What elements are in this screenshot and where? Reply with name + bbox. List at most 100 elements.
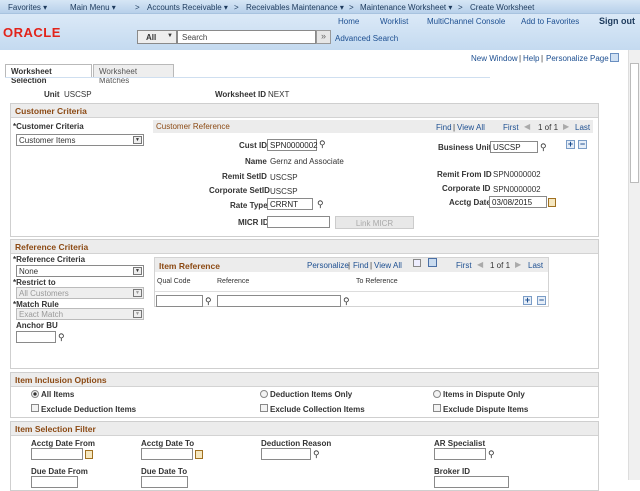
nav-main-menu[interactable]: Main Menu ▾ — [70, 3, 116, 12]
business-unit-label: Business Unit — [438, 143, 492, 152]
worksheet-id-value: NEXT — [268, 90, 290, 99]
view-all-link[interactable]: View All — [374, 261, 402, 270]
home-link[interactable]: Home — [338, 17, 359, 26]
find-link[interactable]: Find — [436, 123, 452, 132]
sign-out-link[interactable]: Sign out — [599, 16, 635, 26]
new-window-link[interactable]: New Window — [471, 54, 518, 63]
corporate-id-value: SPN0000002 — [493, 185, 541, 194]
help-link[interactable]: Help — [523, 54, 539, 63]
nav-accounts-receivable[interactable]: Accounts Receivable ▾ — [147, 3, 228, 12]
due-date-to-label: Due Date To — [141, 467, 188, 476]
delete-row-icon[interactable]: − — [537, 296, 546, 305]
acctg-date-to-label: Acctg Date To — [141, 439, 195, 448]
corporate-setid-label: Corporate SetID — [209, 186, 270, 195]
nav-receivables-maintenance[interactable]: Receivables Maintenance ▾ — [246, 3, 344, 12]
prev-icon[interactable]: ◀ — [524, 122, 530, 131]
last-link[interactable]: Last — [528, 261, 543, 270]
lookup-icon[interactable]: ⚲ — [343, 297, 352, 306]
customer-criteria-select[interactable]: Customer Items ▼ — [16, 134, 144, 146]
all-items-radio[interactable] — [31, 390, 39, 398]
due-date-from-input[interactable] — [31, 476, 78, 488]
lookup-icon[interactable]: ⚲ — [540, 143, 549, 152]
search-input[interactable]: Search — [177, 30, 316, 44]
remit-from-id-value: SPN0000002 — [493, 170, 541, 179]
lookup-icon[interactable]: ⚲ — [58, 333, 67, 342]
name-value: Gernz and Associate — [270, 157, 344, 166]
match-rule-select[interactable]: Exact Match ▼ — [16, 308, 144, 320]
nav-maintenance-worksheet[interactable]: Maintenance Worksheet ▾ — [360, 3, 452, 12]
ar-specialist-input[interactable] — [434, 448, 486, 460]
tab-worksheet-matches[interactable]: Worksheet Matches — [93, 64, 174, 85]
select-value: None — [19, 267, 39, 276]
add-row-icon[interactable]: + — [566, 140, 575, 149]
lookup-icon[interactable]: ⚲ — [313, 450, 322, 459]
cust-id-label: Cust ID — [239, 141, 267, 150]
calendar-icon[interactable] — [85, 450, 93, 459]
anchor-bu-input[interactable] — [16, 331, 56, 343]
reference-criteria-select[interactable]: None ▼ — [16, 265, 144, 277]
nav-create-worksheet[interactable]: Create Worksheet — [470, 3, 534, 12]
multichannel-console-link[interactable]: MultiChannel Console — [427, 17, 505, 26]
exclude-dispute-checkbox[interactable] — [433, 404, 441, 412]
reference-criteria-label: *Reference Criteria — [13, 255, 86, 264]
deduction-reason-input[interactable] — [261, 448, 311, 460]
download-icon[interactable] — [428, 258, 437, 267]
delete-row-icon[interactable]: − — [578, 140, 587, 149]
search-go-button[interactable]: » — [316, 30, 331, 44]
lookup-icon[interactable]: ⚲ — [488, 450, 497, 459]
exclude-collection-checkbox[interactable] — [260, 404, 268, 412]
prev-icon[interactable]: ◀ — [477, 260, 483, 269]
scrollbar[interactable] — [628, 50, 640, 480]
personalize-page-link[interactable]: Personalize Page — [546, 54, 609, 63]
row-count: 1 of 1 — [538, 123, 559, 132]
nav-favorites[interactable]: Favorites ▾ — [8, 3, 47, 12]
search-scope-value: All — [146, 33, 157, 42]
link-micr-button[interactable]: Link MICR — [335, 216, 414, 229]
reference-input[interactable] — [217, 295, 341, 307]
name-label: Name — [245, 157, 267, 166]
calendar-icon[interactable] — [195, 450, 203, 459]
next-icon[interactable]: ▶ — [563, 122, 569, 131]
lookup-icon[interactable]: ⚲ — [317, 200, 326, 209]
add-row-icon[interactable]: + — [523, 296, 532, 305]
deduction-items-only-radio[interactable] — [260, 390, 268, 398]
top-nav: Favorites ▾ Main Menu ▾ > Accounts Recei… — [0, 0, 640, 14]
restrict-to-select[interactable]: All Customers ▼ — [16, 287, 144, 299]
micr-id-input[interactable] — [267, 216, 330, 228]
broker-id-input[interactable] — [434, 476, 509, 488]
calendar-icon[interactable] — [548, 198, 556, 207]
next-icon[interactable]: ▶ — [515, 260, 521, 269]
find-link[interactable]: Find — [353, 261, 369, 270]
personalize-link[interactable]: Personalize — [307, 261, 349, 270]
zoom-grid-icon[interactable] — [413, 259, 421, 267]
unit-label: Unit — [44, 90, 60, 99]
acctg-date-input[interactable]: 03/08/2015 — [489, 196, 547, 208]
due-date-to-input[interactable] — [141, 476, 188, 488]
lookup-icon[interactable]: ⚲ — [319, 140, 328, 149]
add-to-favorites-link[interactable]: Add to Favorites — [521, 17, 579, 26]
first-link[interactable]: First — [503, 123, 519, 132]
acctg-date-from-input[interactable] — [31, 448, 83, 460]
advanced-search-link[interactable]: Advanced Search — [335, 34, 398, 43]
qual-code-input[interactable] — [156, 295, 203, 307]
business-unit-input[interactable]: USCSP — [490, 141, 538, 153]
last-link[interactable]: Last — [575, 123, 590, 132]
tab-worksheet-selection[interactable]: Worksheet Selection — [5, 64, 92, 85]
cust-id-input[interactable]: SPN0000002 — [267, 139, 318, 151]
search-scope-select[interactable]: All ▼ — [137, 30, 177, 44]
customer-criteria-label: *Customer Criteria — [13, 122, 84, 131]
exclude-deduction-checkbox[interactable] — [31, 404, 39, 412]
broker-id-label: Broker ID — [434, 467, 471, 476]
ar-specialist-label: AR Specialist — [434, 439, 486, 448]
select-value: Customer Items — [19, 136, 76, 145]
view-all-link[interactable]: View All — [457, 123, 485, 132]
lookup-icon[interactable]: ⚲ — [205, 297, 214, 306]
due-date-from-label: Due Date From — [31, 467, 88, 476]
rate-type-input[interactable]: CRRNT — [267, 198, 313, 210]
worksheet-id-label: Worksheet ID — [215, 90, 266, 99]
items-in-dispute-only-radio[interactable] — [433, 390, 441, 398]
first-link[interactable]: First — [456, 261, 472, 270]
page-options-icon[interactable] — [610, 53, 619, 62]
worklist-link[interactable]: Worklist — [380, 17, 408, 26]
acctg-date-to-input[interactable] — [141, 448, 193, 460]
